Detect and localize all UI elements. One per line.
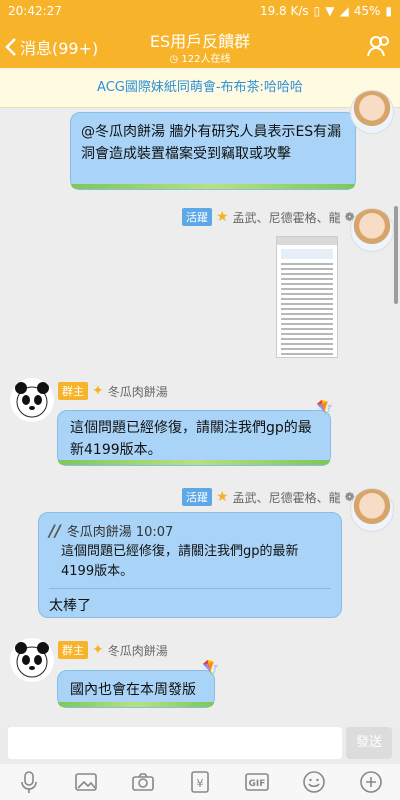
status-icons: 19.8 K/s ▯ ▼ ◢ 45% ▮ — [260, 4, 392, 18]
avatar[interactable] — [350, 208, 394, 252]
kite-icon: 🪁 — [202, 660, 220, 676]
sender-info: 活躍 ★ 孟武、尼德霍格、龍 ❁ — [182, 208, 355, 226]
camera-icon[interactable] — [129, 768, 157, 796]
chat-header: 消息(99+) ES用戶反饋群 ◷ 122人在线 — [0, 24, 400, 68]
sender-info: 群主 ✦ 冬瓜肉餅湯 — [58, 641, 168, 659]
reply-text: 太棒了 — [49, 598, 91, 614]
image-message[interactable] — [276, 236, 338, 358]
star-icon: ★ — [216, 209, 229, 225]
group-members-icon[interactable] — [366, 33, 392, 59]
quote-header: // 冬瓜肉餅湯 10:07 — [49, 521, 331, 540]
sender-name: 孟武、尼德霍格、龍 — [232, 210, 341, 225]
message-bubble[interactable]: 這個問題已經修復，請關注我們gp的最新4199版本。 — [57, 410, 331, 466]
battery-percent: 45% — [353, 4, 381, 18]
svg-text:GIF: GIF — [249, 779, 266, 789]
bubble-decoration — [58, 702, 214, 707]
input-toolbar: ¥ GIF — [0, 764, 400, 800]
message-bubble[interactable]: 國內也會在本周發版 — [57, 670, 215, 708]
owner-tag: 群主 — [58, 641, 88, 659]
sparkle-icon: ✦ — [92, 642, 104, 658]
wifi-icon: ▼ — [325, 4, 335, 18]
scrollbar[interactable] — [394, 206, 398, 304]
gif-icon[interactable]: GIF — [243, 768, 271, 796]
kite-icon: 🪁 — [316, 400, 334, 416]
owner-tag: 群主 — [58, 382, 88, 400]
bubble-decoration — [58, 460, 330, 465]
avatar[interactable] — [10, 638, 54, 682]
message-input[interactable] — [8, 727, 342, 759]
sparkle-icon: ✦ — [92, 383, 104, 399]
announcement-banner[interactable]: ACG國際妹紙同萌會-布布茶:哈哈哈 — [0, 68, 400, 108]
divider — [49, 588, 331, 589]
sender-name: 孟武、尼德霍格、龍 — [232, 490, 341, 505]
group-title: ES用戶反饋群 — [149, 32, 251, 51]
message-bubble[interactable]: @冬瓜肉餅湯 牆外有研究人員表示ES有漏洞會造成裝置檔案受到竊取或攻擊 — [70, 112, 356, 190]
member-tag: 活躍 — [182, 208, 212, 226]
star-icon: ★ — [216, 489, 229, 505]
sender-name: 冬瓜肉餅湯 — [107, 384, 168, 399]
image-icon[interactable] — [72, 768, 100, 796]
vibrate-icon: ▯ — [313, 4, 321, 18]
status-bar: 20:42:27 19.8 K/s ▯ ▼ ◢ 45% ▮ — [0, 0, 400, 24]
network-speed: 19.8 K/s — [259, 4, 309, 18]
red-packet-icon[interactable]: ¥ — [186, 768, 214, 796]
message-text: @冬瓜肉餅湯 牆外有研究人員表示ES有漏洞會造成裝置檔案受到竊取或攻擊 — [81, 124, 342, 162]
avatar[interactable] — [350, 90, 394, 134]
svg-text:¥: ¥ — [196, 777, 203, 790]
quoted-text: 這個問題已經修復，請關注我們gp的最新4199版本。 — [61, 544, 299, 579]
sender-name: 冬瓜肉餅湯 — [107, 643, 168, 658]
avatar[interactable] — [10, 378, 54, 422]
quote-icon: // — [49, 521, 61, 540]
message-text: 這個問題已經修復，請關注我們gp的最新4199版本。 — [70, 420, 312, 458]
input-bar: 發送 — [0, 724, 400, 764]
signal-icon: ◢ — [339, 4, 349, 18]
online-count: ◷ 122人在线 — [169, 54, 231, 65]
status-time: 20:42:27 — [8, 4, 62, 18]
message-text: 國內也會在本周發版 — [70, 682, 196, 698]
plus-icon[interactable] — [357, 768, 385, 796]
sender-info: 活躍 ★ 孟武、尼德霍格、龍 ❁ — [182, 488, 355, 506]
bubble-decoration — [71, 184, 355, 189]
reply-bubble[interactable]: // 冬瓜肉餅湯 10:07 這個問題已經修復，請關注我們gp的最新4199版本… — [38, 512, 342, 618]
microphone-icon[interactable] — [15, 768, 43, 796]
avatar[interactable] — [350, 488, 394, 532]
sender-info: 群主 ✦ 冬瓜肉餅湯 — [58, 382, 168, 400]
emoji-icon[interactable] — [300, 768, 328, 796]
send-button[interactable]: 發送 — [346, 727, 392, 759]
member-tag: 活躍 — [182, 488, 212, 506]
battery-icon: ▮ — [385, 4, 392, 18]
quote-author: 冬瓜肉餅湯 10:07 — [66, 525, 174, 540]
